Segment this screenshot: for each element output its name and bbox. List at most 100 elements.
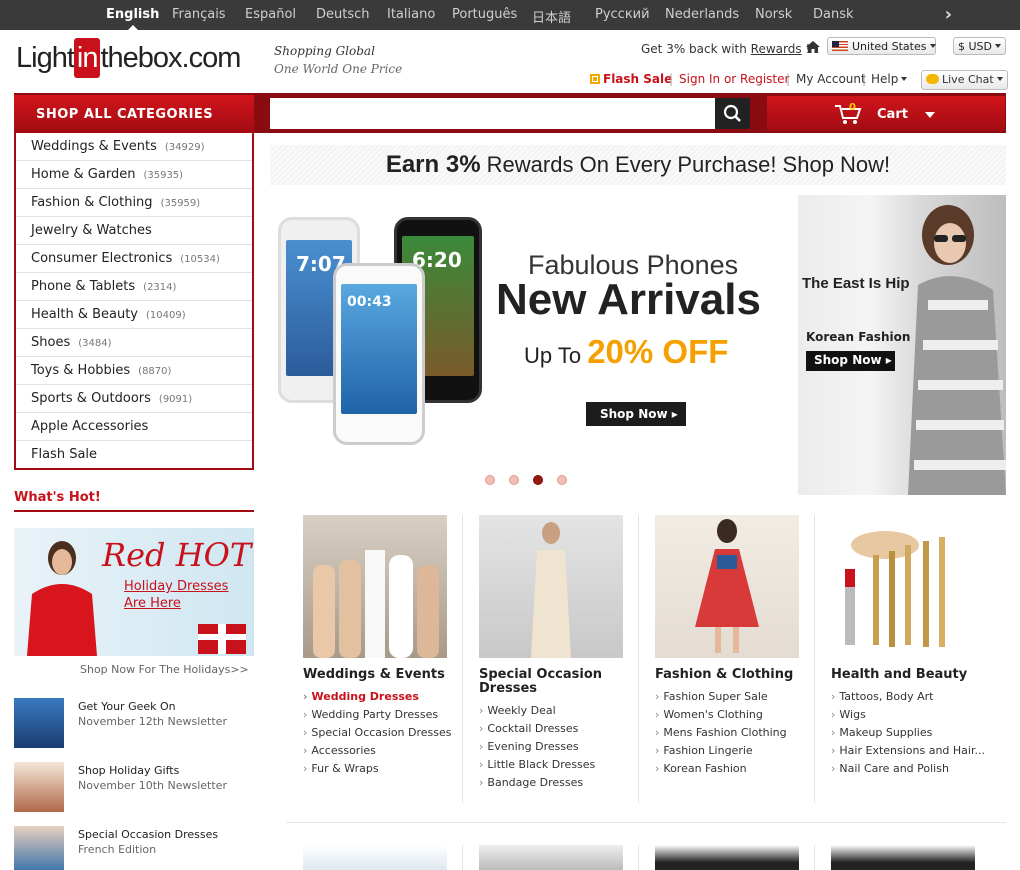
- chevron-right-icon[interactable]: ›: [945, 4, 952, 25]
- category-item-consumer-electronics[interactable]: Consumer Electronics (10534): [16, 245, 252, 273]
- lang-japanese[interactable]: 日本語: [532, 7, 571, 26]
- column-title[interactable]: Special Occasion Dresses: [479, 668, 639, 696]
- lang-deutsch[interactable]: Deutsch: [316, 7, 370, 22]
- link-wedding-dresses[interactable]: Wedding Dresses: [303, 688, 463, 706]
- category-name: Shoes: [31, 335, 71, 350]
- health-beauty-image[interactable]: [831, 515, 975, 658]
- weddings-image[interactable]: [303, 515, 447, 658]
- lang-norsk[interactable]: Norsk: [755, 7, 792, 22]
- link-makeup-supplies[interactable]: Makeup Supplies: [831, 724, 991, 742]
- link-fur-wraps[interactable]: Fur & Wraps: [303, 760, 463, 778]
- live-chat-button[interactable]: Live Chat: [921, 70, 1008, 90]
- site-logo[interactable]: Light in thebox.com: [16, 38, 241, 78]
- link-wigs[interactable]: Wigs: [831, 706, 991, 724]
- lang-espanol[interactable]: Español: [245, 7, 296, 22]
- product-thumbnail[interactable]: [831, 845, 975, 870]
- lang-dansk[interactable]: Dansk: [813, 7, 854, 22]
- divider: |: [669, 72, 674, 86]
- link-tattoos-body-art[interactable]: Tattoos, Body Art: [831, 688, 991, 706]
- category-name: Consumer Electronics: [31, 251, 173, 266]
- slider-dot-4[interactable]: [557, 475, 567, 485]
- category-item-phone-tablets[interactable]: Phone & Tablets (2314): [16, 273, 252, 301]
- product-thumbnail[interactable]: [479, 845, 623, 870]
- link-nail-care[interactable]: Nail Care and Polish: [831, 760, 991, 778]
- lang-italiano[interactable]: Italiano: [387, 7, 435, 22]
- category-item-sports-outdoors[interactable]: Sports & Outdoors (9091): [16, 385, 252, 413]
- phone-image-front: 00:43: [333, 263, 425, 445]
- hero-shop-now-button[interactable]: Shop Now ▸: [586, 402, 686, 426]
- newsletter-item[interactable]: Special Occasion Dresses French Edition: [14, 826, 254, 870]
- lang-english[interactable]: English: [106, 7, 159, 30]
- cart-button[interactable]: 0 Cart: [767, 96, 1005, 131]
- product-thumbnail[interactable]: [303, 845, 447, 870]
- shop-all-categories-button[interactable]: SHOP ALL CATEGORIES: [14, 95, 254, 133]
- category-item-toys-hobbies[interactable]: Toys & Hobbies (8870): [16, 357, 252, 385]
- slider-dot-1[interactable]: [485, 475, 495, 485]
- newsletter-item[interactable]: Get Your Geek On November 12th Newslette…: [14, 698, 254, 748]
- red-hot-banner[interactable]: Red HOT Holiday Dresses Are Here: [14, 528, 254, 656]
- holiday-shop-link[interactable]: Shop Now For The Holidays>>: [80, 663, 249, 676]
- newsletter-item[interactable]: Shop Holiday Gifts November 10th Newslet…: [14, 762, 254, 812]
- link-fashion-lingerie[interactable]: Fashion Lingerie: [655, 742, 815, 760]
- hero-offer-prefix: Up To: [524, 343, 588, 368]
- sign-in-link[interactable]: Sign In or Register: [679, 72, 789, 86]
- link-hair-extensions[interactable]: Hair Extensions and Hair...: [831, 742, 991, 760]
- column-divider: [638, 515, 639, 803]
- flash-sale-link[interactable]: Flash Sale: [590, 72, 672, 86]
- category-item-flash-sale[interactable]: Flash Sale: [16, 441, 252, 469]
- category-item-health-beauty[interactable]: Health & Beauty (10409): [16, 301, 252, 329]
- rewards-link[interactable]: Rewards: [751, 42, 802, 56]
- category-item-apple-accessories[interactable]: Apple Accessories: [16, 413, 252, 441]
- hero-headline: New Arrivals: [496, 275, 761, 324]
- home-icon[interactable]: [805, 40, 821, 54]
- search-button[interactable]: [715, 98, 750, 129]
- link-weekly-deal[interactable]: Weekly Deal: [479, 702, 639, 720]
- fashion-image[interactable]: [655, 515, 799, 658]
- lang-russian[interactable]: Русский: [595, 7, 650, 22]
- column-title[interactable]: Weddings & Events: [303, 668, 463, 682]
- link-accessories[interactable]: Accessories: [303, 742, 463, 760]
- side-banner-shop-now-button[interactable]: Shop Now ▸: [806, 351, 895, 371]
- link-wedding-party-dresses[interactable]: Wedding Party Dresses: [303, 706, 463, 724]
- help-label: Help: [871, 72, 899, 86]
- lang-nederlands[interactable]: Nederlands: [665, 7, 739, 22]
- rewards-banner[interactable]: Earn 3% Rewards On Every Purchase! Shop …: [270, 145, 1006, 185]
- category-item-fashion-clothing[interactable]: Fashion & Clothing (35959): [16, 189, 252, 217]
- hero-banner[interactable]: 7:07 6:20 00:43 Fabulous Phones New Arri…: [270, 195, 798, 495]
- product-thumbnail[interactable]: [655, 845, 799, 870]
- lang-francais[interactable]: Français: [172, 7, 226, 22]
- category-item-jewelry-watches[interactable]: Jewelry & Watches: [16, 217, 252, 245]
- link-womens-clothing[interactable]: Women's Clothing: [655, 706, 815, 724]
- slider-dot-3[interactable]: [533, 475, 543, 485]
- currency-select[interactable]: $ USD: [953, 37, 1006, 55]
- column-divider: [462, 845, 463, 870]
- newsletter-title: Shop Holiday Gifts: [78, 764, 180, 777]
- column-title[interactable]: Fashion & Clothing: [655, 668, 815, 682]
- link-mens-fashion-clothing[interactable]: Mens Fashion Clothing: [655, 724, 815, 742]
- link-evening-dresses[interactable]: Evening Dresses: [479, 738, 639, 756]
- country-select[interactable]: United States: [827, 37, 936, 55]
- search-input[interactable]: [270, 98, 716, 129]
- slider-dot-2[interactable]: [509, 475, 519, 485]
- category-item-home-garden[interactable]: Home & Garden (35935): [16, 161, 252, 189]
- cart-count: 0: [849, 102, 856, 113]
- column-title[interactable]: Health and Beauty: [831, 668, 991, 682]
- category-item-weddings-events[interactable]: Weddings & Events (34929): [16, 133, 252, 161]
- link-fashion-super-sale[interactable]: Fashion Super Sale: [655, 688, 815, 706]
- link-cocktail-dresses[interactable]: Cocktail Dresses: [479, 720, 639, 738]
- lang-portugues[interactable]: Português: [452, 7, 517, 22]
- link-korean-fashion[interactable]: Korean Fashion: [655, 760, 815, 778]
- help-menu[interactable]: Help: [871, 72, 908, 86]
- link-bandage-dresses[interactable]: Bandage Dresses: [479, 774, 639, 792]
- my-account-link[interactable]: My Account: [796, 72, 866, 86]
- link-special-occasion-dresses[interactable]: Special Occasion Dresses: [303, 724, 463, 742]
- category-item-shoes[interactable]: Shoes (3484): [16, 329, 252, 357]
- special-occasion-image[interactable]: [479, 515, 623, 658]
- category-column-special-occasion: Special Occasion Dresses Weekly Deal Coc…: [479, 515, 639, 792]
- rewards-promo: Get 3% back with Rewards !: [641, 42, 810, 56]
- link-little-black-dresses[interactable]: Little Black Dresses: [479, 756, 639, 774]
- cart-icon: [835, 105, 862, 124]
- dress-photo: [531, 522, 571, 658]
- korean-fashion-banner[interactable]: The East Is Hip Korean Fashion Shop Now …: [798, 195, 1006, 495]
- rewards-prefix: Get 3% back with: [641, 42, 751, 56]
